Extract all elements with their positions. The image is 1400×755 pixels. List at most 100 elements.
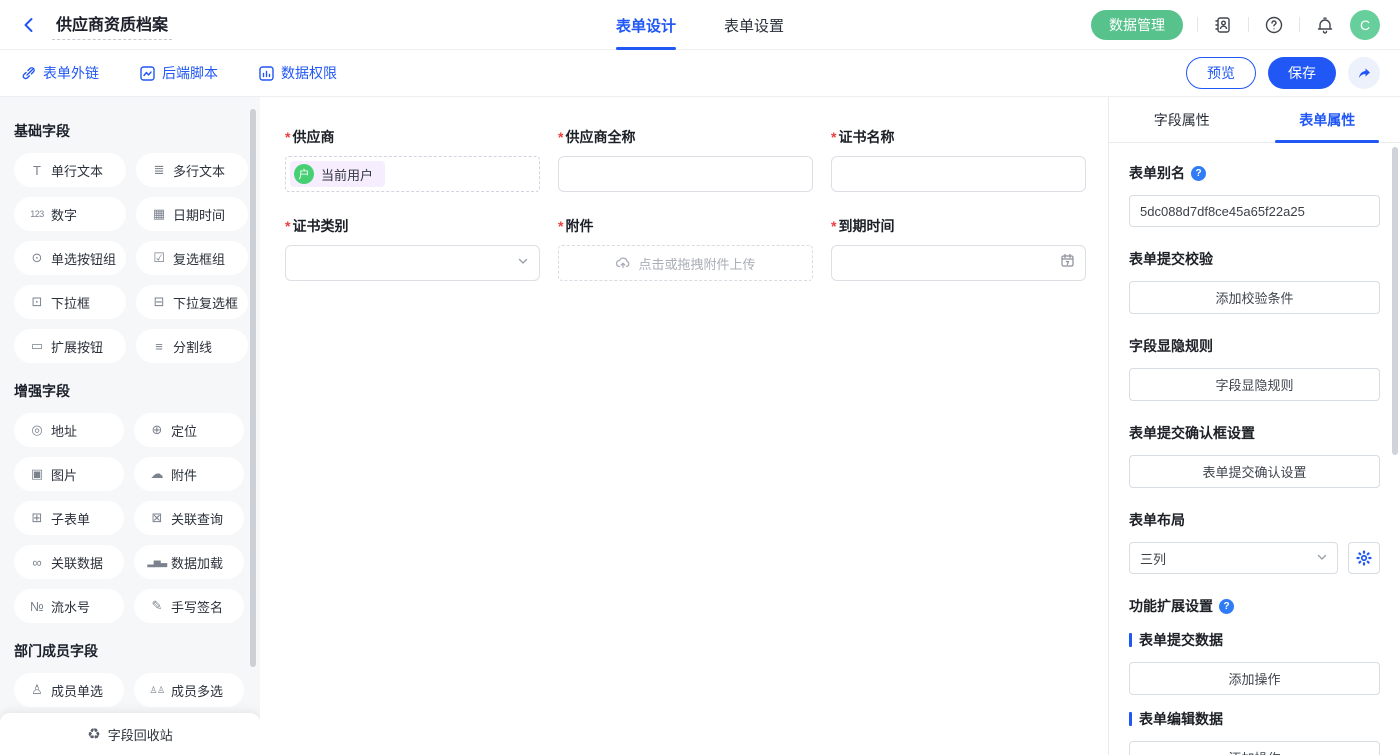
page-title[interactable]: 供应商资质档案 <box>52 9 172 40</box>
tab-field-properties[interactable]: 字段属性 <box>1109 97 1255 142</box>
cloud-upload-icon <box>615 255 631 271</box>
field-recycle-bin[interactable]: ♻ 字段回收站 <box>0 713 260 755</box>
field-type-single-line-text[interactable]: T单行文本 <box>14 153 126 187</box>
field-type-location[interactable]: ⊕定位 <box>134 413 244 447</box>
divider-icon: ≡ <box>150 339 168 354</box>
field-type-checkbox-group[interactable]: ☑复选框组 <box>136 241 248 275</box>
attachment-upload-area[interactable]: 点击或拖拽附件上传 <box>558 245 813 281</box>
field-supplier[interactable]: *供应商 户 当前用户 <box>285 127 540 192</box>
properties-tabs: 字段属性 表单属性 <box>1109 97 1400 143</box>
gear-icon <box>1355 549 1373 567</box>
field-attachment[interactable]: *附件 点击或拖拽附件上传 <box>558 216 813 281</box>
field-type-data-load[interactable]: ▂▅▃数据加载 <box>134 545 244 579</box>
form-layout-select[interactable]: 三列 <box>1129 542 1338 574</box>
chevron-down-icon <box>1316 551 1328 566</box>
share-button[interactable] <box>1348 57 1380 89</box>
field-type-lookup-query[interactable]: ⊠关联查询 <box>134 501 244 535</box>
field-type-member-multi[interactable]: ♙♙成员多选 <box>134 673 244 707</box>
enhanced-fields-grid: ◎地址 ⊕定位 ▣图片 ☁附件 ⊞ 子表单 ⊠关联查询 ∞关联数据 ▂▅▃数据加载… <box>14 413 244 623</box>
pill-label: 手写签名 <box>171 597 223 616</box>
field-type-address[interactable]: ◎地址 <box>14 413 124 447</box>
user-tag-icon: 户 <box>294 164 314 184</box>
form-layout-label: 表单布局 <box>1129 510 1380 530</box>
subform-icon: ⊞ <box>28 510 46 526</box>
field-type-member-single[interactable]: ♙成员单选 <box>14 673 124 707</box>
single-line-text-icon: T <box>28 163 46 178</box>
pill-label: 附件 <box>171 465 197 484</box>
preview-button[interactable]: 预览 <box>1186 57 1256 89</box>
field-type-image[interactable]: ▣图片 <box>14 457 124 491</box>
field-certificate-name[interactable]: *证书名称 <box>831 127 1086 192</box>
user-tag-label: 当前用户 <box>321 165 373 184</box>
form-external-link[interactable]: 表单外链 <box>20 63 99 83</box>
pill-label: 数字 <box>51 205 77 224</box>
field-supplier-full-name[interactable]: *供应商全称 <box>558 127 813 192</box>
data-permission-link[interactable]: 数据权限 <box>258 63 337 83</box>
help-icon[interactable]: ? <box>1219 599 1234 614</box>
field-type-radio-group[interactable]: ⊙单选按钮组 <box>14 241 126 275</box>
lookup-icon: ⊠ <box>148 510 166 526</box>
certificate-type-select[interactable] <box>285 245 540 281</box>
field-certificate-type[interactable]: *证书类别 <box>285 216 540 281</box>
current-user-tag[interactable]: 户 当前用户 <box>290 161 385 187</box>
pen-icon: ✎ <box>148 598 166 614</box>
field-type-multi-select[interactable]: ⊟下拉复选框 <box>136 285 248 319</box>
form-alias-input[interactable] <box>1129 195 1380 227</box>
save-button[interactable]: 保存 <box>1268 57 1336 89</box>
certificate-name-input[interactable] <box>831 156 1086 192</box>
field-type-multi-line-text[interactable]: ≣多行文本 <box>136 153 248 187</box>
help-icon[interactable] <box>1263 14 1285 36</box>
field-type-number[interactable]: 123数字 <box>14 197 126 231</box>
top-header: 供应商资质档案 表单设计 表单设置 数据管理 <box>0 0 1400 50</box>
required-asterisk: * <box>285 218 290 234</box>
help-icon[interactable]: ? <box>1191 166 1206 181</box>
divider <box>1197 17 1198 32</box>
user-avatar[interactable]: C <box>1350 10 1380 40</box>
field-type-datetime[interactable]: ▦日期时间 <box>136 197 248 231</box>
tab-form-properties[interactable]: 表单属性 <box>1255 97 1400 142</box>
bar-chart-icon: ▂▅▃ <box>148 557 166 568</box>
field-type-signature[interactable]: ✎ 手写签名 <box>134 589 244 623</box>
tab-form-settings[interactable]: 表单设置 <box>724 0 784 50</box>
dropdown-icon: ⊡ <box>28 294 46 310</box>
notification-bell-icon[interactable] <box>1314 14 1336 36</box>
supplier-input[interactable]: 户 当前用户 <box>285 156 540 192</box>
field-label: *供应商全称 <box>558 127 813 147</box>
layout-settings-button[interactable] <box>1348 542 1380 574</box>
field-visibility-label: 字段显隐规则 <box>1129 336 1380 356</box>
add-validation-button[interactable]: 添加校验条件 <box>1129 281 1380 314</box>
field-type-divider-line[interactable]: ≡分割线 <box>136 329 248 363</box>
back-icon[interactable] <box>20 16 38 34</box>
backend-script-link[interactable]: 后端脚本 <box>139 63 218 83</box>
sidebar-scrollbar[interactable] <box>250 109 256 667</box>
app-window: 供应商资质档案 表单设计 表单设置 数据管理 <box>0 0 1400 755</box>
field-type-extend-button[interactable]: ▭扩展按钮 <box>14 329 126 363</box>
field-type-linked-data[interactable]: ∞关联数据 <box>14 545 124 579</box>
layout-selected-value: 三列 <box>1140 549 1166 568</box>
submit-confirm-button[interactable]: 表单提交确认设置 <box>1129 455 1380 488</box>
field-type-sub-form[interactable]: ⊞ 子表单 <box>14 501 124 535</box>
expiry-date-input[interactable] <box>831 245 1086 281</box>
field-expiry-date[interactable]: *到期时间 <box>831 216 1086 281</box>
field-label: *附件 <box>558 216 813 236</box>
link-icon <box>20 65 37 82</box>
permission-icon <box>258 65 275 82</box>
panel-scrollbar[interactable] <box>1392 147 1398 455</box>
add-submit-action-button[interactable]: 添加操作 <box>1129 662 1380 695</box>
share-arrow-icon <box>1356 65 1373 82</box>
data-manage-button[interactable]: 数据管理 <box>1091 10 1183 40</box>
field-visibility-button[interactable]: 字段显隐规则 <box>1129 368 1380 401</box>
pill-label: 子表单 <box>51 509 90 528</box>
field-label: *证书名称 <box>831 127 1086 147</box>
field-type-select[interactable]: ⊡下拉框 <box>14 285 126 319</box>
contacts-icon[interactable] <box>1212 14 1234 36</box>
supplier-full-name-input[interactable] <box>558 156 813 192</box>
form-design-canvas: *供应商 户 当前用户 *供应商全称 *证书名称 <box>260 97 1108 755</box>
field-label: *到期时间 <box>831 216 1086 236</box>
field-label: *证书类别 <box>285 216 540 236</box>
add-edit-action-button[interactable]: 添加操作 <box>1129 741 1380 755</box>
field-type-attachment[interactable]: ☁附件 <box>134 457 244 491</box>
field-type-serial-number[interactable]: №流水号 <box>14 589 124 623</box>
pill-label: 成员多选 <box>171 681 223 700</box>
tab-form-design[interactable]: 表单设计 <box>616 0 676 50</box>
